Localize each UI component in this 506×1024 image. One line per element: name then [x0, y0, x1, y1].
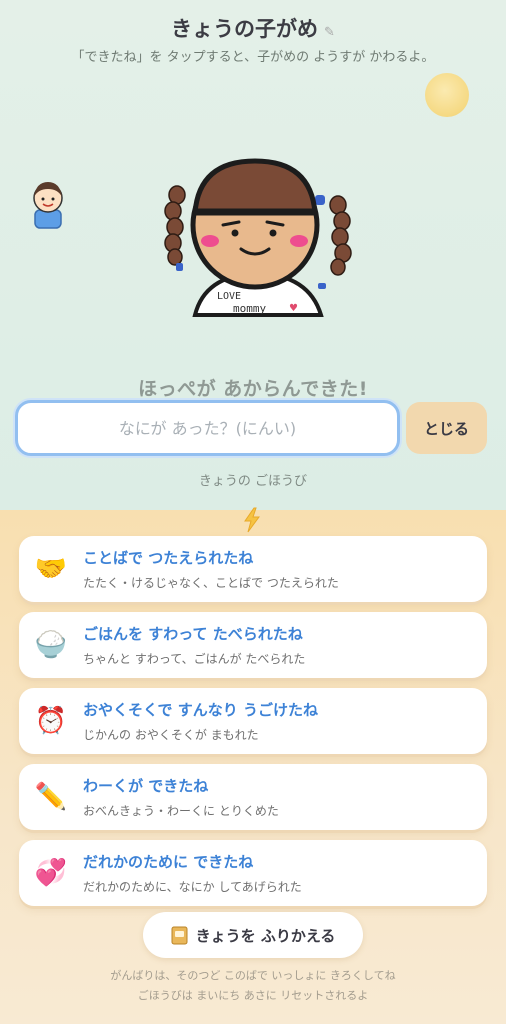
svg-text:mommy: mommy: [233, 302, 266, 315]
status-headline: ほっぺが あからんできた!: [138, 378, 368, 400]
close-button[interactable]: とじる: [406, 402, 487, 454]
handshake-icon: 🤝: [34, 554, 68, 584]
heart-icon: 💞: [34, 858, 68, 888]
notebook-icon: [171, 926, 188, 944]
svg-text:LOVE: LOVE: [217, 291, 241, 302]
card-title: ごはんを すわって たべられたね: [83, 625, 303, 643]
child-character[interactable]: LOVE mommy ♥: [155, 145, 360, 325]
card-title: だれかのために できたね: [83, 853, 254, 871]
card-title: わーくが できたね: [83, 777, 209, 795]
footer-note: ごほうびは まいにち あさに リセットされるよ: [137, 989, 369, 1002]
reward-card-promise[interactable]: ⏰ おやくそくで すんなり うごけたね じかんの おやくそくが まもれた: [19, 688, 487, 754]
sun-icon: [425, 73, 469, 117]
rice-bowl-icon: 🍚: [34, 630, 68, 660]
memo-input[interactable]: [18, 418, 397, 438]
card-description: たたく・けるじゃなく、ことばで つたえられた: [83, 576, 339, 590]
pencil-icon[interactable]: ✎: [324, 25, 335, 40]
card-description: だれかのために、なにか してあげられた: [83, 880, 302, 894]
card-description: おべんきょう・わーくに とりくめた: [83, 804, 279, 818]
card-title: ことばで つたえられたね: [83, 549, 254, 567]
lightning-icon: [244, 507, 260, 533]
rewards-label: きょうの ごほうび: [198, 474, 308, 489]
child-avatar-icon[interactable]: [28, 176, 68, 232]
card-description: ちゃんと すわって、ごはんが たべられた: [83, 652, 306, 666]
page-subtitle: 「できたね」を タップすると、子がめの ようすが かわるよ。: [71, 50, 435, 65]
header: きょうの子がめ ✎: [0, 13, 506, 43]
review-button[interactable]: きょうを ふりかえる: [143, 912, 363, 958]
reward-card-kindness[interactable]: 💞 だれかのために できたね だれかのために、なにか してあげられた: [19, 840, 487, 906]
reward-card-words[interactable]: 🤝 ことばで つたえられたね たたく・けるじゃなく、ことばで つたえられた: [19, 536, 487, 602]
page-title: きょうの子がめ: [171, 17, 319, 41]
review-button-label: きょうを ふりかえる: [195, 926, 336, 945]
pencil-icon: ✏️: [34, 782, 68, 812]
footer-note: がんばりは、そのつど このばで いっしょに きろくしてね: [110, 969, 396, 982]
reward-card-work[interactable]: ✏️ わーくが できたね おべんきょう・わーくに とりくめた: [19, 764, 487, 830]
alarm-clock-icon: ⏰: [34, 706, 68, 736]
memo-field-wrapper[interactable]: [15, 400, 400, 456]
reward-card-meal[interactable]: 🍚 ごはんを すわって たべられたね ちゃんと すわって、ごはんが たべられた: [19, 612, 487, 678]
card-description: じかんの おやくそくが まもれた: [83, 728, 259, 742]
card-title: おやくそくで すんなり うごけたね: [83, 701, 318, 719]
svg-text:♥: ♥: [289, 303, 298, 314]
